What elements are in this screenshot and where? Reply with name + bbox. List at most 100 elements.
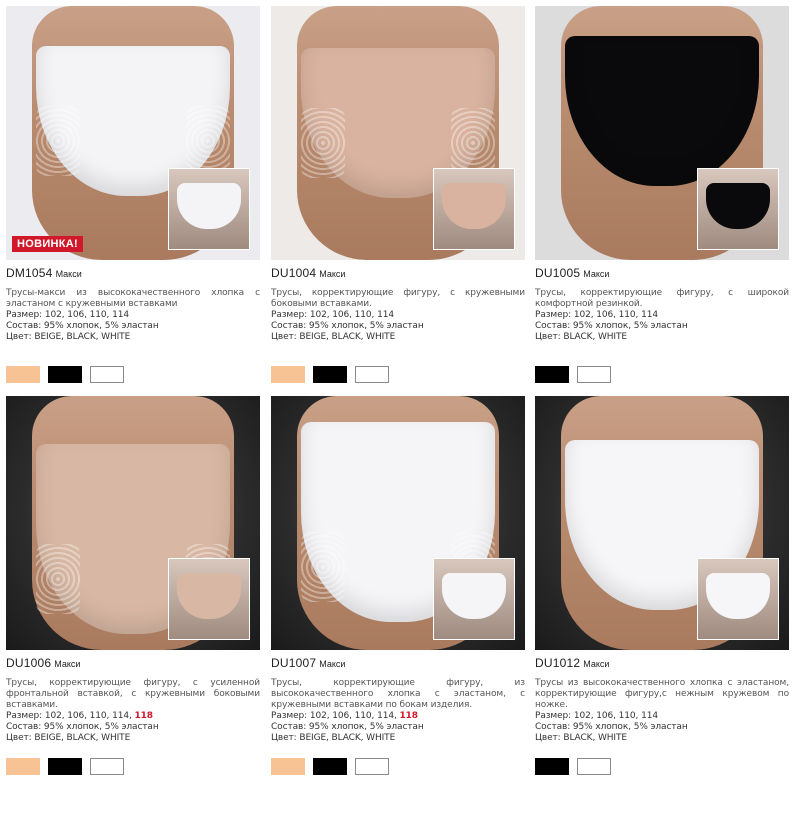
product-composition: Состав: 95% хлопок, 5% эластан — [271, 321, 424, 331]
color-swatch[interactable] — [577, 366, 611, 383]
color-swatch[interactable] — [313, 758, 347, 775]
product-sizes: Размер: 102, 106, 110, 114, 118 — [271, 711, 525, 722]
color-swatches — [535, 758, 611, 775]
product-code: DU1004 — [271, 266, 317, 280]
product-photo — [271, 6, 525, 260]
product-sizes: Размер: 102, 106, 110, 114, 118 — [6, 711, 260, 722]
color-swatch[interactable] — [6, 366, 40, 383]
back-view-thumbnail — [697, 558, 779, 640]
color-swatch[interactable] — [90, 758, 124, 775]
color-swatch[interactable] — [90, 366, 124, 383]
product-card: DU1012 Макси Трусы из высококачественного… — [535, 396, 789, 775]
color-swatch[interactable] — [271, 366, 305, 383]
product-sizes: Размер: 102, 106, 110, 114 — [6, 310, 260, 321]
product-photo — [6, 396, 260, 650]
size-values: 102, 106, 110, 114 — [573, 711, 658, 721]
product-model: Макси — [583, 659, 610, 669]
size-extra: 118 — [134, 711, 153, 721]
color-swatches — [535, 366, 611, 383]
product-code-line: DU1006 Макси — [6, 656, 260, 670]
product-composition: Состав: 95% хлопок, 5% эластан — [535, 722, 688, 732]
product-sizes: Размер: 102, 106, 110, 114 — [535, 711, 789, 722]
product-code-line: DU1004 Макси — [271, 266, 525, 280]
back-view-thumbnail — [433, 558, 515, 640]
product-code: DU1012 — [535, 656, 581, 670]
product-card: НОВИНКА! DM1054 Макси Трусы-макси из высо… — [6, 6, 260, 383]
color-swatch[interactable] — [48, 758, 82, 775]
lace-insert-left — [36, 106, 80, 176]
color-swatches — [271, 366, 389, 383]
color-swatch[interactable] — [271, 758, 305, 775]
lace-insert-left — [301, 532, 345, 602]
product-composition: Состав: 95% хлопок, 5% эластан — [6, 321, 159, 331]
product-code: DU1005 — [535, 266, 581, 280]
product-colors: Цвет: BEIGE, BLACK, WHITE — [6, 733, 131, 743]
product-colors: Цвет: BEIGE, BLACK, WHITE — [6, 332, 131, 342]
product-colors: Цвет: BEIGE, BLACK, WHITE — [271, 733, 396, 743]
back-view-thumbnail — [697, 168, 779, 250]
product-description: Трусы, корректирующие фигуру, из высокок… — [271, 678, 525, 710]
color-swatches — [6, 758, 124, 775]
product-card: DU1006 Макси Трусы, корректирующие фигуру… — [6, 396, 260, 775]
product-colors: Цвет: BLACK, WHITE — [535, 332, 627, 342]
product-model: Макси — [54, 659, 81, 669]
lace-insert-left — [36, 544, 80, 614]
product-card: DU1005 Макси Трусы, корректирующие фигуру… — [535, 6, 789, 383]
product-code: DU1006 — [6, 656, 52, 670]
color-swatch[interactable] — [535, 758, 569, 775]
product-card: DU1004 Макси Трусы, корректирующие фигуру… — [271, 6, 525, 383]
product-composition: Состав: 95% хлопок, 5% эластан — [535, 321, 688, 331]
product-model: Макси — [583, 269, 610, 279]
size-values: 102, 106, 110, 114 — [573, 310, 658, 320]
lace-insert-left — [301, 108, 345, 178]
size-label: Размер: — [6, 711, 45, 721]
product-colors: Цвет: BLACK, WHITE — [535, 733, 627, 743]
color-swatch[interactable] — [6, 758, 40, 775]
product-code-line: DM1054 Макси — [6, 266, 260, 280]
color-swatch[interactable] — [535, 366, 569, 383]
size-values: 102, 106, 110, 114 — [44, 310, 129, 320]
product-composition: Состав: 95% хлопок, 5% эластан — [271, 722, 424, 732]
color-swatches — [6, 366, 124, 383]
product-photo — [271, 396, 525, 650]
size-label: Размер: — [271, 711, 310, 721]
color-swatch[interactable] — [48, 366, 82, 383]
size-extra: 118 — [399, 711, 418, 721]
product-code: DM1054 — [6, 266, 53, 280]
size-values: 102, 106, 110, 114 — [309, 310, 394, 320]
back-view-thumbnail — [168, 168, 250, 250]
color-swatches — [271, 758, 389, 775]
product-colors: Цвет: BEIGE, BLACK, WHITE — [271, 332, 396, 342]
product-photo: НОВИНКА! — [6, 6, 260, 260]
product-description: Трусы, корректирующие фигуру, с широкой … — [535, 288, 789, 309]
product-code: DU1007 — [271, 656, 317, 670]
lace-insert-right — [186, 106, 230, 176]
product-card: DU1007 Макси Трусы, корректирующие фигуру… — [271, 396, 525, 775]
back-view-thumbnail — [168, 558, 250, 640]
size-values: 102, 106, 110, 114, — [309, 711, 400, 721]
product-code-line: DU1005 Макси — [535, 266, 789, 280]
size-label: Размер: — [535, 711, 574, 721]
product-photo — [535, 6, 789, 260]
color-swatch[interactable] — [355, 366, 389, 383]
color-swatch[interactable] — [355, 758, 389, 775]
product-model: Макси — [55, 269, 82, 279]
product-description: Трусы-макси из высококачественного хлопк… — [6, 288, 260, 309]
size-label: Размер: — [271, 310, 310, 320]
product-composition: Состав: 95% хлопок, 5% эластан — [6, 722, 159, 732]
product-sizes: Размер: 102, 106, 110, 114 — [271, 310, 525, 321]
product-description: Трусы из высококачественного хлопка с эл… — [535, 678, 789, 710]
product-model: Макси — [319, 659, 346, 669]
color-swatch[interactable] — [313, 366, 347, 383]
product-sizes: Размер: 102, 106, 110, 114 — [535, 310, 789, 321]
size-values: 102, 106, 110, 114, — [44, 711, 135, 721]
color-swatch[interactable] — [577, 758, 611, 775]
product-description: Трусы, корректирующие фигуру, с кружевны… — [271, 288, 525, 309]
size-label: Размер: — [6, 310, 45, 320]
back-view-thumbnail — [433, 168, 515, 250]
product-code-line: DU1007 Макси — [271, 656, 525, 670]
product-code-line: DU1012 Макси — [535, 656, 789, 670]
product-model: Макси — [319, 269, 346, 279]
new-badge: НОВИНКА! — [12, 236, 84, 252]
product-photo — [535, 396, 789, 650]
